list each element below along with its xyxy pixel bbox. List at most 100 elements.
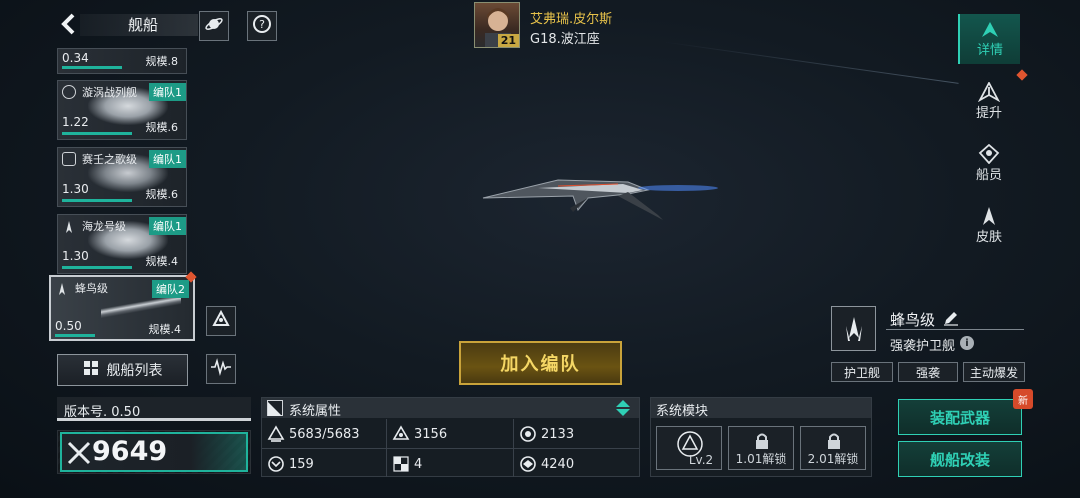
- captain-avatar[interactable]: 21: [474, 2, 520, 48]
- up-down-icon: [616, 400, 630, 416]
- module-level: Lv.2: [688, 453, 714, 467]
- ship-scale: 规模.4: [145, 255, 179, 268]
- module-slot-locked[interactable]: 2.01解锁: [800, 426, 866, 470]
- tab-label: 船员: [975, 167, 1002, 183]
- ship-detail-icon: [982, 21, 998, 37]
- power-bar: [62, 266, 132, 269]
- ship-scale: 规模.6: [145, 188, 179, 201]
- module-unlock-label: 1.01解锁: [735, 452, 787, 466]
- join-fleet-button[interactable]: 加入编队: [459, 341, 622, 385]
- signal-button[interactable]: [206, 354, 236, 384]
- module-slot[interactable]: Lv.2: [656, 426, 722, 470]
- equip-weapon-button[interactable]: 装配武器: [898, 399, 1022, 435]
- energy-icon: [520, 456, 536, 472]
- svg-text:?: ?: [259, 18, 265, 31]
- attributes-toggle-button[interactable]: [614, 399, 632, 417]
- ship-card[interactable]: 海龙号级 编队1 1.30 规模.4: [57, 214, 187, 274]
- ship-power: 0.50: [55, 319, 82, 333]
- crossed-swords-icon: [66, 440, 92, 470]
- ship-name: 赛壬之歌级: [82, 153, 137, 166]
- skin-icon: [983, 206, 995, 225]
- tab-upgrade[interactable]: 提升: [958, 76, 1020, 126]
- divider: [262, 448, 639, 449]
- shield-type-icon: [62, 152, 76, 166]
- ship-name: 海龙号级: [82, 220, 126, 233]
- ship-list-label: 舰船列表: [106, 363, 163, 379]
- hummingbird-icon: [845, 316, 862, 341]
- waveform-icon: [210, 357, 232, 381]
- ship-class: 强袭护卫舰: [890, 339, 956, 354]
- spire-type-icon: [62, 219, 76, 233]
- power-bar: [55, 334, 95, 337]
- shield-icon: [520, 426, 536, 442]
- attr-energy: 4240: [519, 455, 574, 473]
- ship-power: 1.30: [62, 182, 89, 196]
- ship-model[interactable]: [478, 170, 728, 230]
- vortex-type-icon: [62, 85, 76, 99]
- ship-scale: 规模.4: [148, 323, 182, 336]
- ship-tag: 护卫舰: [831, 362, 893, 382]
- attr-slots: 4: [392, 455, 422, 473]
- ship-name: 蜂鸟级: [75, 282, 108, 295]
- formation-button[interactable]: [206, 306, 236, 336]
- fleet-badge: 编队1: [149, 83, 186, 101]
- attr-shield: 2133: [519, 425, 574, 443]
- new-badge: 新: [1013, 389, 1033, 409]
- ship-card[interactable]: 0.34 规模.8: [57, 48, 187, 74]
- module-slot-locked[interactable]: 1.01解锁: [728, 426, 794, 470]
- planet-icon: [204, 14, 224, 38]
- divider: [386, 419, 387, 477]
- page-title: 舰船: [128, 16, 159, 34]
- attr-speed: 159: [267, 455, 314, 473]
- ship-power: 0.34: [62, 51, 89, 65]
- info-icon[interactable]: i: [960, 336, 974, 350]
- ship-power: 1.22: [62, 115, 89, 129]
- back-arrow-icon[interactable]: [56, 10, 84, 38]
- fleet-badge: 编队1: [149, 217, 186, 235]
- tab-skin[interactable]: 皮肤: [958, 200, 1020, 250]
- captain-level-badge: 21: [497, 34, 519, 47]
- version-label: 版本号. 0.50: [64, 405, 141, 420]
- edit-pencil-icon[interactable]: [943, 310, 959, 330]
- tab-detail[interactable]: 详情: [958, 14, 1020, 64]
- tab-label: 提升: [975, 105, 1002, 121]
- attr-value: 5683/5683: [289, 426, 360, 442]
- attributes-title: 系统属性: [289, 404, 342, 419]
- planet-button[interactable]: [199, 11, 229, 41]
- ship-name: 蜂鸟级: [890, 311, 936, 329]
- ship-list-button[interactable]: 舰船列表: [57, 354, 188, 386]
- fleet-badge: 编队2: [152, 280, 189, 298]
- attr-value: 2133: [541, 426, 575, 442]
- modules-title: 系统模块: [656, 404, 709, 419]
- spire-type-icon: [55, 281, 69, 295]
- tab-label: 详情: [976, 42, 1003, 58]
- upgrade-icon: [978, 81, 1000, 102]
- location-label: G18.波江座: [530, 32, 600, 47]
- question-icon: ?: [252, 14, 272, 38]
- attr-value: 159: [289, 456, 314, 472]
- ship-card[interactable]: 漩涡战列舰 编队1 1.22 规模.6: [57, 80, 187, 140]
- attr-value: 4240: [541, 456, 575, 472]
- lock-icon: [828, 433, 840, 449]
- lock-icon: [756, 433, 768, 449]
- captain-name: 艾弗瑞.皮尔斯: [530, 12, 613, 27]
- attr-value: 4: [414, 456, 423, 472]
- ship-name: 漩涡战列舰: [82, 86, 137, 99]
- ship-scale: 规模.8: [145, 55, 179, 68]
- ship-power: 1.30: [62, 249, 89, 263]
- power-bar: [62, 66, 122, 69]
- ship-card[interactable]: 赛壬之歌级 编队1 1.30 规模.6: [57, 147, 187, 207]
- crew-icon: [978, 143, 1000, 164]
- speed-icon: [268, 456, 284, 472]
- modify-ship-button[interactable]: 舰船改装: [898, 441, 1022, 477]
- attr-hull: 5683/5683: [267, 425, 360, 443]
- help-button[interactable]: ?: [247, 11, 277, 41]
- tab-crew[interactable]: 船员: [958, 138, 1020, 188]
- diagonal-icon: [267, 400, 283, 416]
- background-streak: [661, 41, 959, 84]
- divider: [513, 419, 514, 477]
- power-bar: [62, 199, 132, 202]
- ship-card-selected[interactable]: 蜂鸟级 编队2 0.50 规模.4: [49, 275, 195, 341]
- hull-icon: [267, 425, 285, 442]
- ship-tag: 主动爆发: [963, 362, 1025, 382]
